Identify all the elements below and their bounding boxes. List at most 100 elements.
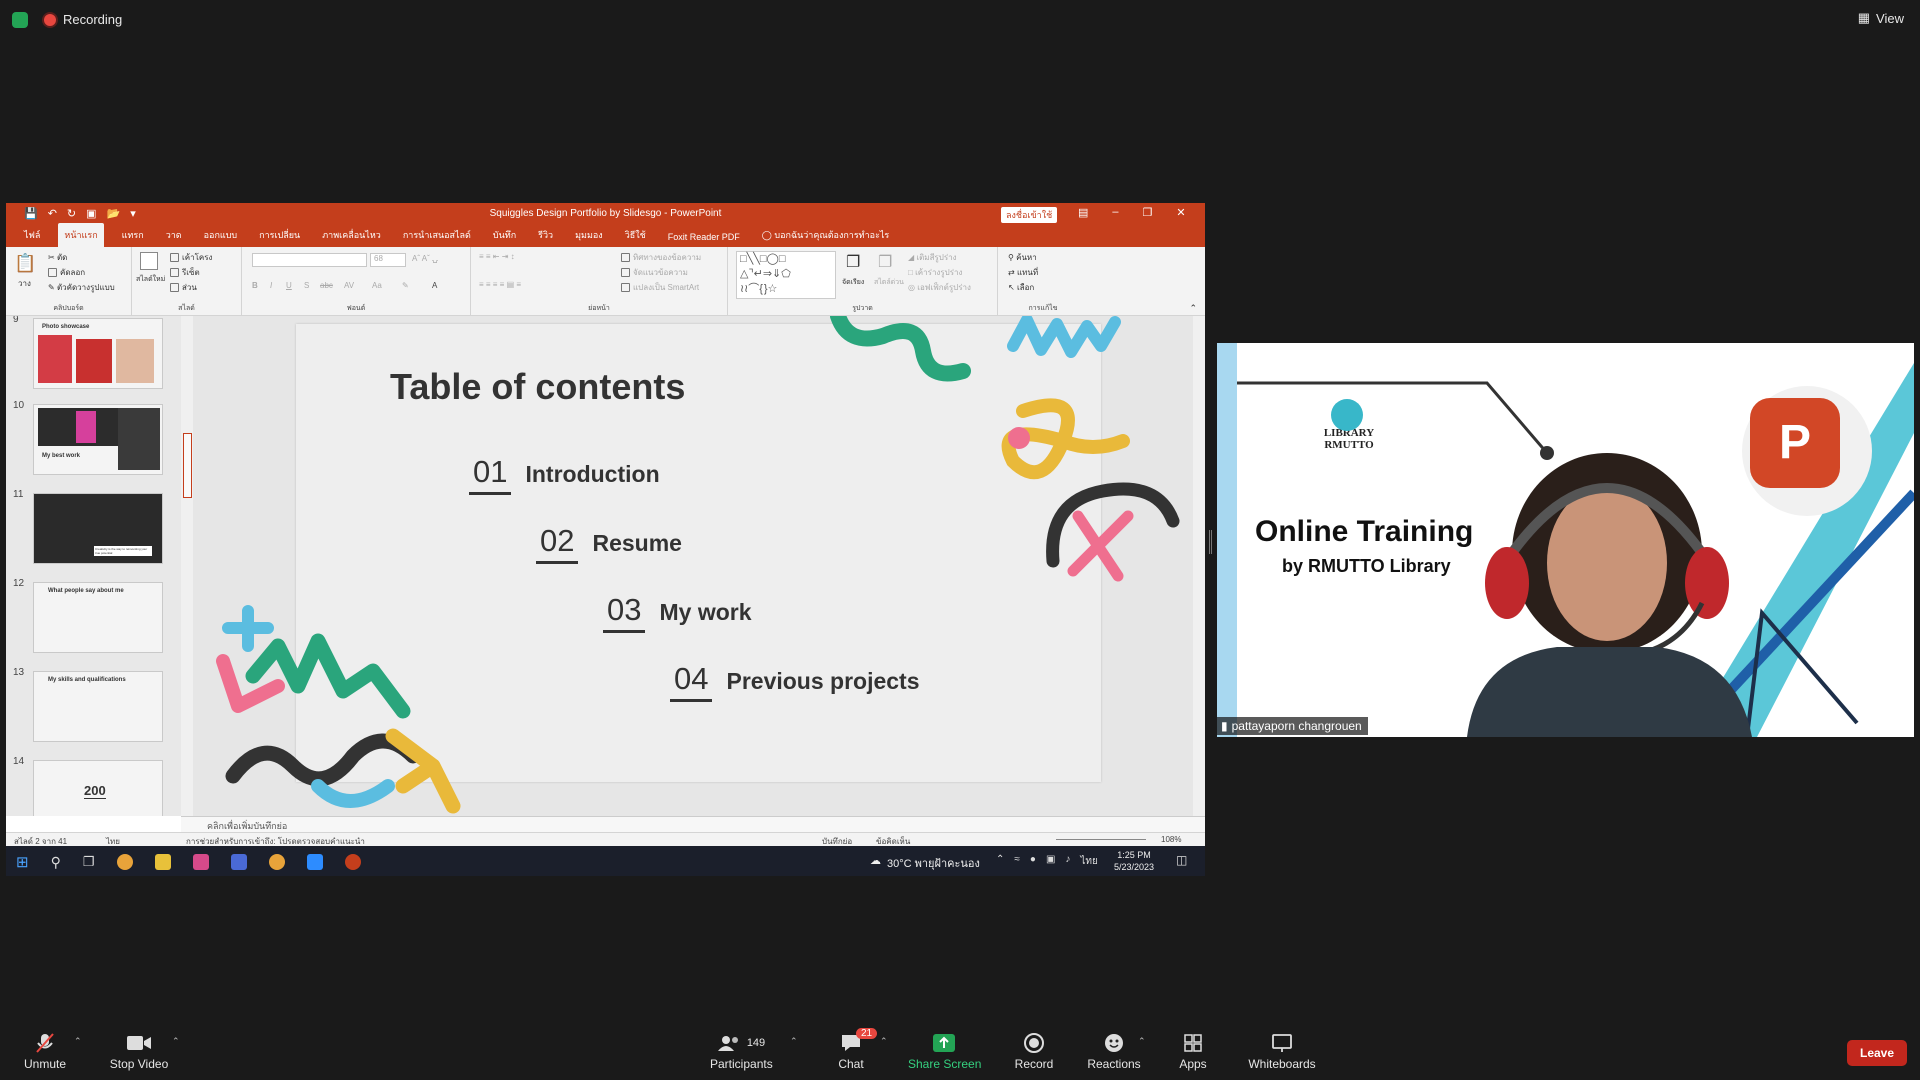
replace-button[interactable]: ⇄ แทนที่	[1008, 266, 1038, 279]
bold-button[interactable]: B	[252, 281, 258, 290]
audio-options-chevron-icon[interactable]: ⌃	[74, 1036, 82, 1047]
language-status[interactable]: ไทย	[106, 835, 120, 846]
close-icon[interactable]: ✕	[1176, 206, 1185, 219]
font-size-field[interactable]: 68	[370, 253, 406, 267]
format-painter-button[interactable]: ✎ ตัวคัดวางรูปแบบ	[48, 281, 115, 294]
section-button[interactable]: ส่วน	[170, 281, 197, 294]
layout-button[interactable]: เค้าโครง	[170, 251, 212, 264]
windows-start-icon[interactable]: ⊞	[16, 853, 29, 871]
font-name-field[interactable]	[252, 253, 367, 267]
record-button[interactable]: Record	[1012, 1032, 1056, 1071]
font-size-buttons[interactable]: Aˆ Aˇ ⍽	[412, 254, 438, 263]
shape-outline-button[interactable]: □ เค้าร่างรูปร่าง	[908, 266, 962, 279]
slide-thumbnail-10[interactable]: My best work	[33, 404, 163, 475]
weather-widget[interactable]: ☁ 30°C พายุฝ้าคะนอง	[870, 854, 980, 872]
restore-icon[interactable]: ❐	[1143, 206, 1153, 219]
ribbon-display-icon[interactable]: ▤	[1078, 206, 1088, 219]
slide-editor[interactable]: Table of contents 01 Introduction 02 Res…	[193, 316, 1193, 816]
reactions-options-chevron-icon[interactable]: ⌃	[1138, 1036, 1146, 1047]
tab-file[interactable]: ไฟล์	[20, 228, 44, 247]
text-direction-button[interactable]: ทิศทางของข้อความ	[621, 251, 701, 264]
strikethrough-button[interactable]: abc	[320, 281, 333, 290]
reactions-button[interactable]: Reactions	[1086, 1032, 1142, 1071]
italic-button[interactable]: I	[270, 281, 272, 290]
collapse-ribbon-icon[interactable]: ⌃	[1189, 303, 1197, 314]
powerpoint-icon[interactable]	[344, 854, 361, 870]
clock[interactable]: 1:25 PM 5/23/2023	[1114, 849, 1154, 873]
cut-button[interactable]: ✂ ตัด	[48, 251, 67, 264]
share-screen-button[interactable]: Share Screen	[908, 1032, 981, 1071]
thumbnails-scrollbar[interactable]	[181, 316, 193, 816]
thumbnails-scrollbar-thumb[interactable]	[183, 433, 192, 498]
slide-scrollbar[interactable]	[1193, 316, 1205, 816]
reset-button[interactable]: รีเซ็ต	[170, 266, 200, 279]
whiteboards-button[interactable]: Whiteboards	[1244, 1032, 1320, 1071]
highlight-button[interactable]: ✎	[402, 281, 409, 290]
participants-options-chevron-icon[interactable]: ⌃	[790, 1036, 798, 1047]
stop-video-button[interactable]: Stop Video	[104, 1032, 174, 1071]
tab-view[interactable]: มุมมอง	[571, 228, 607, 247]
zoom-app-icon[interactable]	[306, 854, 323, 870]
encryption-shield-icon[interactable]	[12, 12, 28, 28]
file-explorer-icon[interactable]	[154, 854, 171, 870]
tab-record[interactable]: บันทึก	[489, 228, 520, 247]
participant-video[interactable]: LIBRARY RMUTTO Online Training by RMUTTO…	[1217, 343, 1914, 737]
wifi-icon[interactable]: ≈	[1014, 854, 1020, 869]
shadow-button[interactable]: S	[304, 281, 309, 290]
apps-button[interactable]: Apps	[1176, 1032, 1210, 1071]
smartart-button[interactable]: แปลงเป็น SmartArt	[621, 281, 699, 294]
shape-fill-button[interactable]: ◢ เติมสีรูปร่าง	[908, 251, 957, 264]
comments-button[interactable]: ข้อคิดเห็น	[876, 835, 910, 846]
align-buttons[interactable]: ≡ ≡ ≡ ≡ ▤ ≡	[479, 280, 521, 289]
unmute-button[interactable]: Unmute	[20, 1032, 70, 1071]
recording-label[interactable]: Recording	[63, 12, 122, 27]
minimize-icon[interactable]: –	[1112, 206, 1118, 219]
slide-thumbnail-9[interactable]: Photo showcase	[33, 318, 163, 389]
participants-button[interactable]: 149 Participants	[710, 1032, 773, 1071]
chevron-up-icon[interactable]: ⌃	[996, 854, 1004, 869]
tab-foxit-pdf[interactable]: Foxit Reader PDF	[664, 232, 744, 247]
slide-thumbnail-13[interactable]: My skills and qualifications	[33, 671, 163, 742]
align-text-button[interactable]: จัดแนวข้อความ	[621, 266, 688, 279]
video-options-chevron-icon[interactable]: ⌃	[172, 1036, 180, 1047]
change-case-button[interactable]: Aa	[372, 281, 382, 290]
tab-draw[interactable]: วาด	[162, 228, 186, 247]
leave-button[interactable]: Leave	[1847, 1040, 1907, 1066]
sign-in-button[interactable]: ลงชื่อเข้าใช้	[1001, 207, 1058, 223]
underline-button[interactable]: U	[286, 281, 292, 290]
new-slide-icon[interactable]	[140, 252, 158, 270]
find-button[interactable]: ⚲ ค้นหา	[1008, 251, 1037, 264]
tab-help[interactable]: วิธีใช้	[621, 228, 650, 247]
slide-thumbnail-11[interactable]: Creativity is the way to reinventing you…	[33, 493, 163, 564]
chat-options-chevron-icon[interactable]: ⌃	[880, 1036, 888, 1047]
new-slide-button[interactable]: สไลด์ใหม่	[136, 274, 165, 285]
zoom-level[interactable]: 108%	[1161, 835, 1181, 844]
app-icon[interactable]	[230, 854, 247, 870]
char-spacing-button[interactable]: AV	[344, 281, 354, 290]
notes-button[interactable]: บันทึกย่อ	[822, 835, 852, 846]
bullets-button[interactable]: ≡ ≡ ⇤ ⇥ ↕	[479, 252, 515, 261]
quick-styles-icon[interactable]: ❐	[878, 252, 892, 272]
view-button[interactable]: ▦ View	[1858, 10, 1904, 26]
search-icon[interactable]: ⚲	[51, 854, 61, 871]
shapes-gallery[interactable]: □╲╲□◯□ △⌝↵⇒⇓⬠ ≀≀⌒{ }☆	[736, 251, 836, 299]
task-view-icon[interactable]: ❐	[83, 854, 95, 870]
notifications-icon[interactable]: ◫	[1176, 853, 1187, 867]
notes-pane[interactable]: คลิกเพื่อเพิ่มบันทึกย่อ	[181, 816, 1205, 832]
microphone-icon[interactable]: ●	[1030, 854, 1036, 869]
tell-me-search[interactable]: ◯ บอกฉันว่าคุณต้องการทำอะไร	[758, 228, 893, 247]
select-button[interactable]: ↖ เลือก	[1008, 281, 1034, 294]
arrange-button[interactable]: จัดเรียง	[842, 277, 864, 288]
tab-slideshow[interactable]: การนำเสนอสไลด์	[399, 228, 475, 247]
quick-styles-button[interactable]: สไตล์ด่วน	[874, 277, 904, 288]
arrange-icon[interactable]: ❐	[846, 252, 860, 272]
zoom-slider[interactable]	[1056, 839, 1146, 840]
paste-icon[interactable]: 📋	[14, 253, 36, 274]
paste-button[interactable]: วาง	[18, 277, 31, 290]
slide-thumbnail-14[interactable]: 200	[33, 760, 163, 816]
volume-icon[interactable]: ♪	[1065, 854, 1070, 869]
font-color-button[interactable]: A	[432, 281, 437, 290]
tab-review[interactable]: รีวิว	[534, 228, 557, 247]
input-language[interactable]: ไทย	[1080, 854, 1097, 869]
chat-button[interactable]: 21 Chat	[836, 1028, 878, 1071]
